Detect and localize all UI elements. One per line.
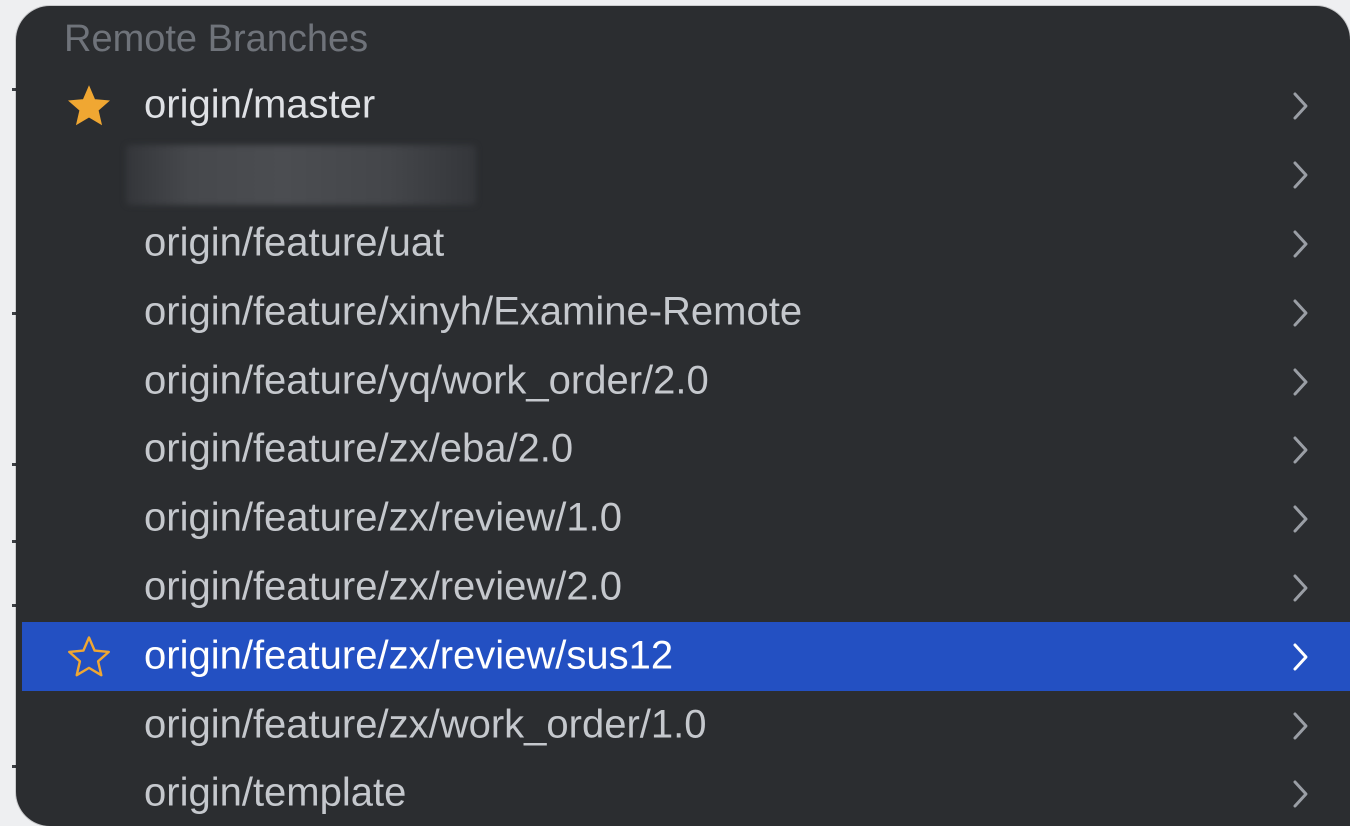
- branch-label: origin/feature/yq/work_order/2.0: [144, 358, 709, 403]
- chevron-right-icon[interactable]: [1290, 709, 1312, 743]
- branch-label: origin/feature/zx/review/sus12: [144, 633, 674, 678]
- branch-label: origin/template: [144, 770, 407, 815]
- branch-item[interactable]: [22, 141, 1350, 210]
- branch-item[interactable]: origin/template: [22, 760, 1350, 826]
- branch-item[interactable]: origin/feature/zx/review/1.0: [22, 485, 1350, 554]
- chevron-right-icon[interactable]: [1290, 227, 1312, 261]
- branch-list: origin/master origin/feature/uat origin/fe…: [22, 72, 1350, 826]
- chevron-right-icon[interactable]: [1290, 89, 1312, 123]
- chevron-right-icon[interactable]: [1290, 502, 1312, 536]
- chevron-right-icon[interactable]: [1290, 365, 1312, 399]
- chevron-right-icon[interactable]: [1290, 433, 1312, 467]
- branch-label: origin/feature/zx/eba/2.0: [144, 426, 574, 471]
- branch-item[interactable]: origin/feature/uat: [22, 210, 1350, 279]
- branch-item[interactable]: origin/feature/yq/work_order/2.0: [22, 347, 1350, 416]
- branch-item[interactable]: origin/feature/zx/work_order/1.0: [22, 691, 1350, 760]
- redacted-branch-label: [126, 145, 476, 206]
- branch-item[interactable]: origin/feature/xinyh/Examine-Remote: [22, 278, 1350, 347]
- branches-popup: Remote Branches origin/master origin/feat…: [16, 6, 1350, 826]
- branch-label: origin/feature/zx/work_order/1.0: [144, 702, 707, 747]
- branch-item[interactable]: origin/master: [22, 72, 1350, 141]
- outline-star-icon[interactable]: [66, 634, 112, 680]
- chevron-right-icon[interactable]: [1290, 158, 1312, 192]
- branch-label: origin/feature/zx/review/2.0: [144, 564, 623, 609]
- chevron-right-icon[interactable]: [1290, 296, 1312, 330]
- branch-label: origin/master: [144, 82, 376, 127]
- branch-label: origin/feature/uat: [144, 220, 445, 265]
- branch-item[interactable]: origin/feature/zx/review/2.0: [22, 554, 1350, 623]
- filled-star-icon[interactable]: [66, 83, 112, 129]
- chevron-right-icon[interactable]: [1290, 640, 1312, 674]
- section-header: Remote Branches: [64, 18, 369, 60]
- branch-item[interactable]: origin/feature/zx/eba/2.0: [22, 416, 1350, 485]
- chevron-right-icon[interactable]: [1290, 777, 1312, 811]
- chevron-right-icon[interactable]: [1290, 571, 1312, 605]
- branch-label: origin/feature/xinyh/Examine-Remote: [144, 289, 803, 334]
- branch-label: origin/feature/zx/review/1.0: [144, 495, 623, 540]
- branch-item[interactable]: origin/feature/zx/review/sus12: [22, 622, 1350, 692]
